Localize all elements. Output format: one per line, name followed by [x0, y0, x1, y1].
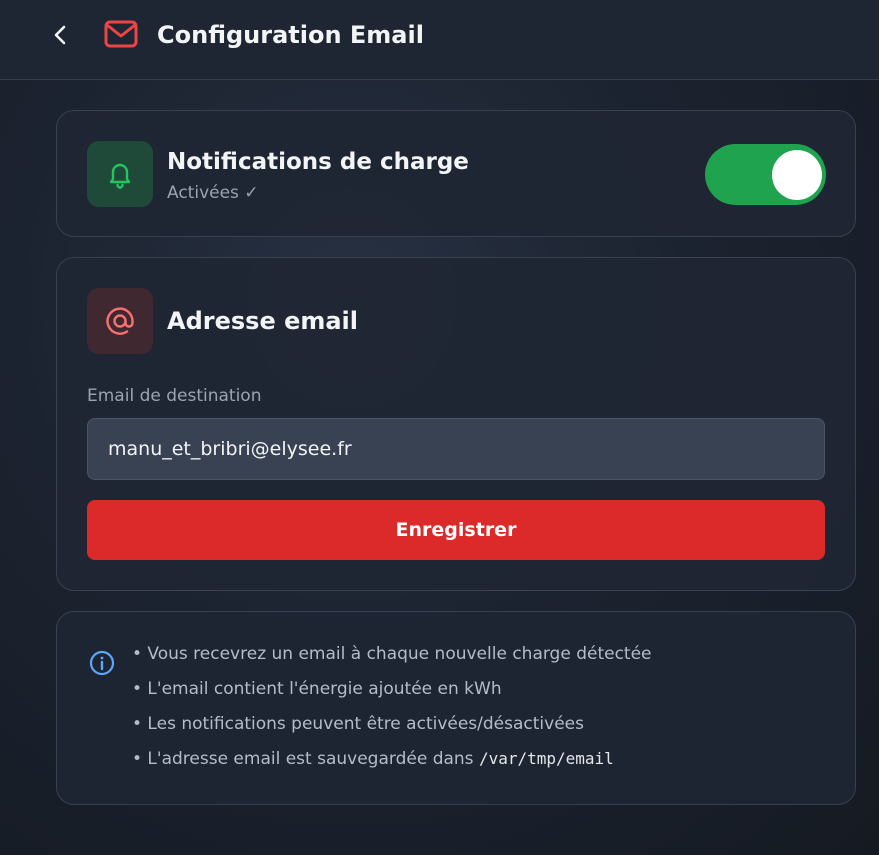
- bell-icon: [109, 163, 131, 189]
- back-button[interactable]: [44, 18, 78, 52]
- info-item: • L'adresse email est sauvegardée dans /…: [132, 747, 652, 782]
- email-field[interactable]: [87, 418, 825, 480]
- info-icon: [89, 650, 115, 676]
- notifications-status: Activées ✓: [167, 183, 259, 203]
- info-list: • Vous recevrez un email à chaque nouvel…: [132, 642, 652, 782]
- at-icon-box: [87, 288, 153, 354]
- page-title: Configuration Email: [157, 21, 424, 49]
- notifications-toggle[interactable]: [705, 144, 826, 205]
- info-card: • Vous recevrez un email à chaque nouvel…: [56, 611, 856, 805]
- save-button[interactable]: Enregistrer: [87, 500, 825, 560]
- top-bar: Configuration Email: [0, 0, 879, 80]
- email-card: Adresse email Email de destination Enreg…: [56, 257, 856, 591]
- email-file-path: /var/tmp/email: [478, 749, 614, 768]
- chevron-left-icon: [54, 25, 66, 45]
- bell-icon-box: [87, 141, 153, 207]
- info-item: • Les notifications peuvent être activée…: [132, 714, 584, 734]
- at-sign-icon: [106, 307, 134, 335]
- notifications-card: Notifications de charge Activées ✓: [56, 110, 856, 237]
- info-item: • Vous recevrez un email à chaque nouvel…: [132, 644, 652, 664]
- info-item-text: • L'adresse email est sauvegardée dans: [132, 749, 479, 769]
- info-item: • L'email contient l'énergie ajoutée en …: [132, 679, 502, 699]
- toggle-knob: [772, 150, 822, 200]
- mail-icon: [104, 20, 138, 48]
- email-field-label: Email de destination: [87, 386, 262, 406]
- notifications-title: Notifications de charge: [167, 149, 469, 175]
- email-section-title: Adresse email: [167, 307, 359, 335]
